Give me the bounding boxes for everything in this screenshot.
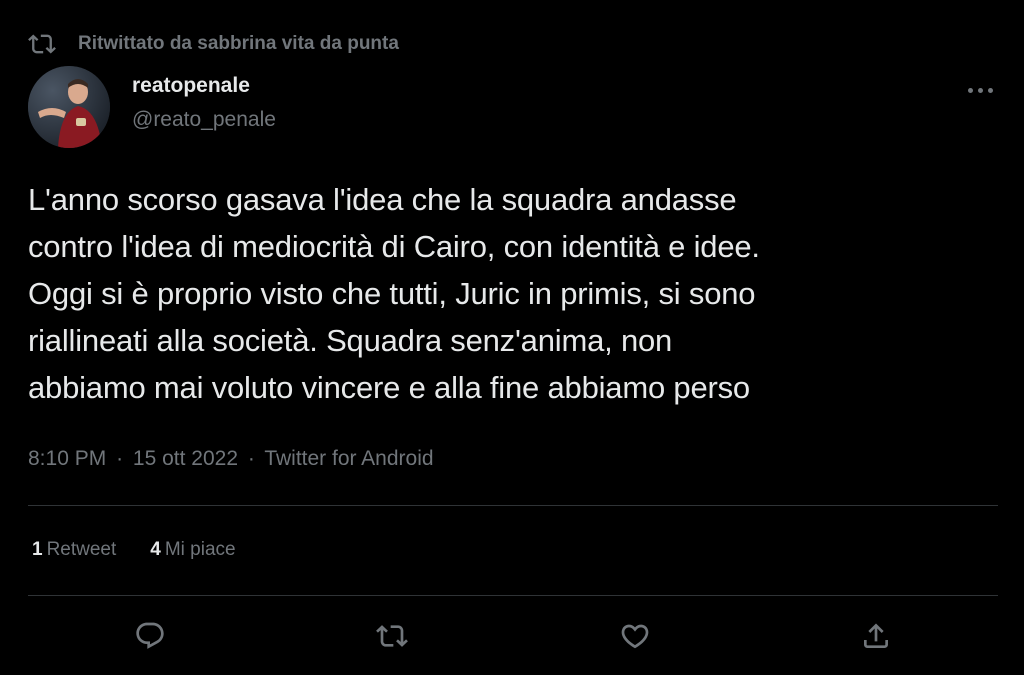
tweet: Ritwittato da sabbrina vita da punta rea… bbox=[0, 0, 1024, 675]
avatar[interactable] bbox=[28, 66, 110, 148]
author-handle[interactable]: @reato_penale bbox=[132, 106, 276, 134]
tweet-text-line: abbiamo mai voluto vincere e alla fine a… bbox=[28, 370, 750, 405]
author-display-name[interactable]: reatopenale bbox=[132, 72, 276, 100]
retweets-label: Retweet bbox=[46, 539, 117, 560]
reply-icon[interactable] bbox=[128, 614, 172, 658]
divider bbox=[28, 505, 998, 506]
meta-separator: · bbox=[247, 447, 255, 470]
tweet-time[interactable]: 8:10 PM bbox=[28, 447, 106, 470]
tweet-text: L'anno scorso gasava l'idea che la squad… bbox=[28, 176, 1003, 411]
retweet-icon[interactable] bbox=[370, 614, 414, 658]
tweet-meta: 8:10 PM · 15 ott 2022 · Twitter for Andr… bbox=[28, 444, 434, 474]
tweet-date[interactable]: 15 ott 2022 bbox=[133, 447, 238, 470]
tweet-stats: 1 Retweet 4 Mi piace bbox=[32, 536, 270, 564]
retweets-stat[interactable]: 1 Retweet bbox=[32, 536, 116, 564]
share-icon[interactable] bbox=[854, 614, 898, 658]
author-info: reatopenale @reato_penale bbox=[132, 72, 276, 134]
likes-stat[interactable]: 4 Mi piace bbox=[150, 536, 235, 564]
divider bbox=[28, 595, 998, 596]
action-bar bbox=[0, 614, 1024, 658]
likes-count: 4 bbox=[150, 539, 161, 560]
likes-label: Mi piace bbox=[164, 539, 236, 560]
tweet-text-line: contro l'idea di mediocrità di Cairo, co… bbox=[28, 229, 760, 264]
tweet-source[interactable]: Twitter for Android bbox=[264, 447, 433, 470]
meta-separator: · bbox=[116, 447, 124, 470]
tweet-text-line: L'anno scorso gasava l'idea che la squad… bbox=[28, 182, 737, 217]
heart-icon[interactable] bbox=[613, 614, 657, 658]
tweet-text-line: Oggi si è proprio visto che tutti, Juric… bbox=[28, 276, 756, 311]
retweet-context[interactable]: Ritwittato da sabbrina vita da punta bbox=[28, 30, 399, 58]
tweet-text-line: riallineati alla società. Squadra senz'a… bbox=[28, 323, 673, 358]
retweet-context-label: Ritwittato da sabbrina vita da punta bbox=[78, 33, 399, 54]
retweets-count: 1 bbox=[32, 539, 43, 560]
retweet-icon bbox=[28, 30, 56, 58]
more-options-icon[interactable] bbox=[962, 78, 998, 102]
